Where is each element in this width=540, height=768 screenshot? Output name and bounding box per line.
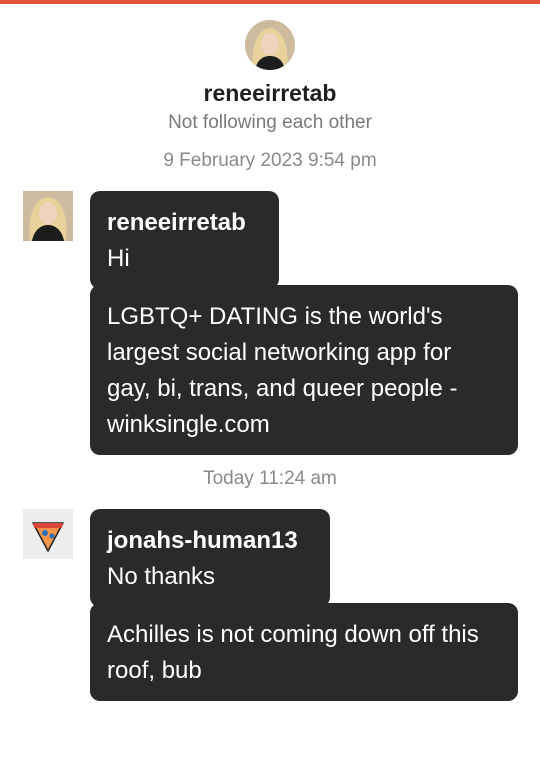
sender-name[interactable]: reneeirretab (107, 205, 262, 241)
message-text: Achilles is not coming down off this roo… (107, 621, 479, 684)
profile-photo-icon (245, 20, 295, 70)
message-bubble[interactable]: LGBTQ+ DATING is the world's largest soc… (90, 285, 518, 455)
pizza-slice-icon (23, 509, 73, 559)
header-avatar[interactable] (245, 20, 295, 70)
conversation-header: reneeirretab Not following each other (0, 20, 540, 135)
header-username[interactable]: reneeirretab (0, 79, 540, 107)
message-bubble[interactable]: Achilles is not coming down off this roo… (90, 603, 518, 701)
sender-avatar-renee[interactable] (23, 191, 73, 241)
sender-name[interactable]: jonahs-human13 (107, 523, 313, 559)
message-text: LGBTQ+ DATING is the world's largest soc… (107, 303, 458, 438)
message-text: Hi (107, 245, 130, 272)
message-bubble[interactable]: reneeirretab Hi (90, 191, 279, 289)
message-bubble[interactable]: jonahs-human13 No thanks (90, 509, 330, 607)
message-text: No thanks (107, 563, 216, 590)
sender-avatar-jonah[interactable] (23, 509, 73, 559)
timestamp: 9 February 2023 9:54 pm (163, 150, 377, 171)
follow-status: Not following each other (168, 112, 372, 133)
profile-photo-icon (23, 191, 73, 241)
top-accent-bar (0, 0, 540, 4)
timestamp: Today 11:24 am (203, 468, 337, 489)
